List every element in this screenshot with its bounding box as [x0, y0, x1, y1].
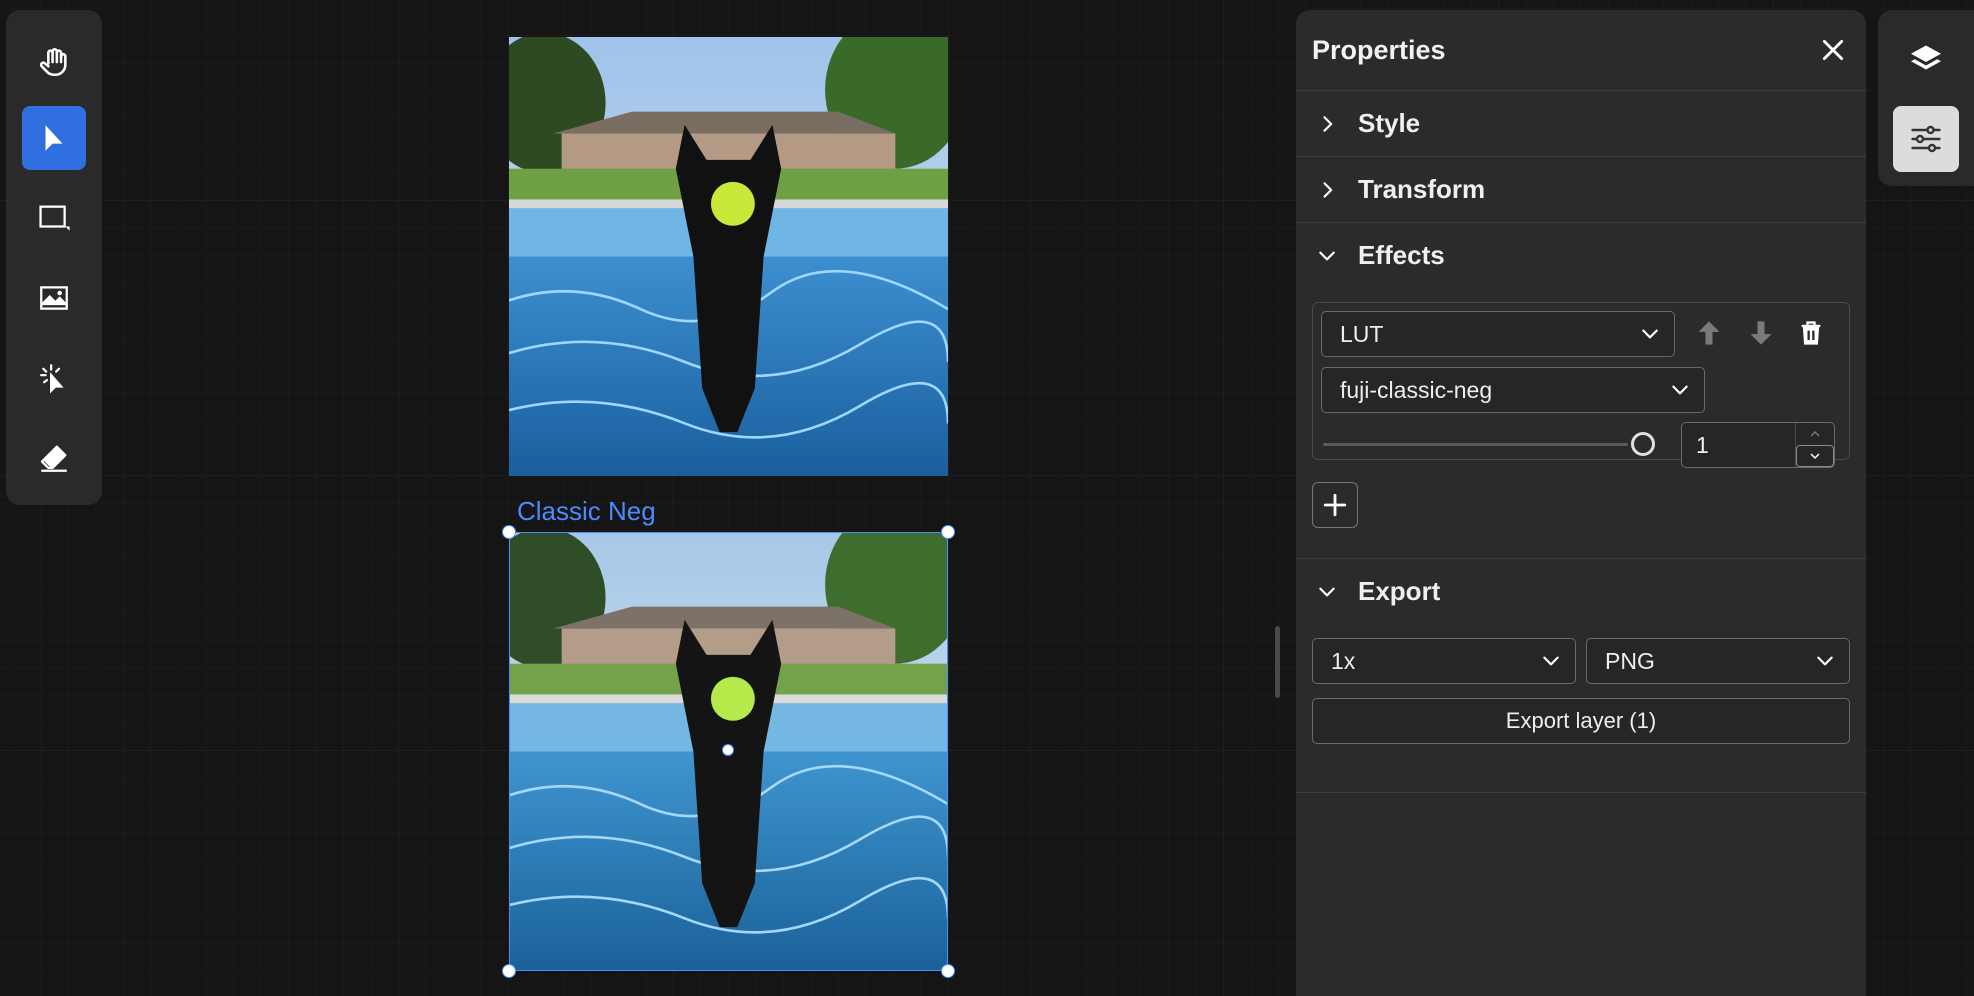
effect-card: LUT fuji-classic-neg 1 — [1312, 302, 1850, 468]
layers-panel-button[interactable] — [1893, 26, 1959, 92]
center-pivot-handle[interactable] — [722, 744, 734, 756]
chevron-right-icon — [1323, 181, 1333, 198]
chevron-down-icon — [1672, 385, 1688, 395]
chevron-up-icon — [1810, 430, 1820, 437]
sliders-icon — [1911, 125, 1941, 153]
resize-handle-top-left[interactable] — [502, 525, 516, 539]
chevron-down-icon — [1319, 587, 1335, 596]
chevron-down-icon — [1817, 656, 1833, 666]
stepper-down-button[interactable] — [1796, 445, 1834, 467]
rectangle-icon — [39, 205, 70, 231]
move-effect-down-button[interactable] — [1741, 313, 1781, 353]
layers-icon — [1911, 45, 1941, 70]
section-style[interactable]: Style — [1296, 91, 1866, 157]
magic-select-tool-button[interactable] — [22, 346, 86, 410]
canvas-image-original[interactable] — [509, 37, 948, 476]
panel-title: Properties — [1312, 34, 1446, 65]
select-tool-button[interactable] — [22, 106, 86, 170]
properties-panel-button[interactable] — [1893, 106, 1959, 172]
tool-palette — [6, 10, 102, 505]
chevron-down-icon — [1319, 251, 1335, 260]
export-format-select[interactable]: PNG — [1586, 638, 1850, 684]
export-format-value: PNG — [1605, 647, 1655, 674]
resize-handle-bottom-left[interactable] — [502, 964, 516, 978]
image-tool-button[interactable] — [22, 266, 86, 330]
intensity-slider-track[interactable] — [1323, 443, 1628, 446]
section-export-label: Export — [1358, 576, 1441, 606]
right-panel-switcher — [1878, 10, 1974, 186]
lut-preset-value: fuji-classic-neg — [1340, 376, 1493, 403]
export-scale-select[interactable]: 1x — [1312, 638, 1576, 684]
magic-select-icon — [40, 364, 64, 394]
rectangle-tool-button[interactable] — [22, 186, 86, 250]
intensity-stepper — [1795, 423, 1834, 467]
resize-handle-bottom-right[interactable] — [941, 964, 955, 978]
select-arrow-icon — [45, 125, 63, 151]
lut-preset-select[interactable]: fuji-classic-neg — [1321, 367, 1705, 413]
effects-body: LUT fuji-classic-neg 1 — [1296, 288, 1866, 559]
image-icon — [40, 286, 68, 310]
resize-handle-top-right[interactable] — [941, 525, 955, 539]
section-export[interactable]: Export — [1296, 559, 1866, 624]
arrow-down-icon — [1750, 321, 1772, 345]
intensity-value: 1 — [1696, 432, 1709, 458]
section-style-label: Style — [1358, 108, 1421, 138]
close-panel-button[interactable] — [1816, 33, 1850, 67]
properties-panel: Properties Style Transform Effects LUT f… — [1296, 10, 1866, 996]
stepper-up-button[interactable] — [1796, 423, 1834, 445]
eraser-tool-button[interactable] — [22, 426, 86, 490]
intensity-slider-thumb[interactable] — [1631, 432, 1655, 456]
section-transform[interactable]: Transform — [1296, 157, 1866, 223]
chevron-down-icon — [1543, 656, 1559, 666]
chevron-down-icon — [1810, 453, 1820, 460]
arrow-up-icon — [1698, 321, 1720, 345]
effect-type-value: LUT — [1340, 320, 1384, 347]
section-effects[interactable]: Effects — [1296, 223, 1866, 288]
export-scale-value: 1x — [1331, 647, 1356, 674]
eraser-icon — [40, 445, 67, 472]
close-icon — [1822, 39, 1844, 61]
trash-icon — [1801, 321, 1821, 345]
properties-header: Properties — [1296, 10, 1866, 91]
move-effect-up-button[interactable] — [1689, 313, 1729, 353]
section-effects-label: Effects — [1358, 240, 1445, 270]
selected-layer-label: Classic Neg — [517, 496, 656, 526]
export-layer-button[interactable]: Export layer (1) — [1312, 698, 1850, 744]
hand-icon — [39, 48, 67, 77]
effect-type-select[interactable]: LUT — [1321, 311, 1675, 357]
panel-resize-handle[interactable] — [1275, 626, 1280, 698]
chevron-down-icon — [1642, 329, 1658, 339]
intensity-number-input[interactable]: 1 — [1681, 422, 1835, 468]
plus-icon — [1323, 493, 1347, 517]
hand-tool-button[interactable] — [22, 30, 86, 94]
delete-effect-button[interactable] — [1791, 313, 1831, 353]
chevron-right-icon — [1323, 115, 1333, 132]
export-body: 1x PNG Export layer (1) — [1296, 624, 1866, 793]
add-effect-button[interactable] — [1312, 482, 1358, 528]
section-transform-label: Transform — [1358, 174, 1486, 204]
